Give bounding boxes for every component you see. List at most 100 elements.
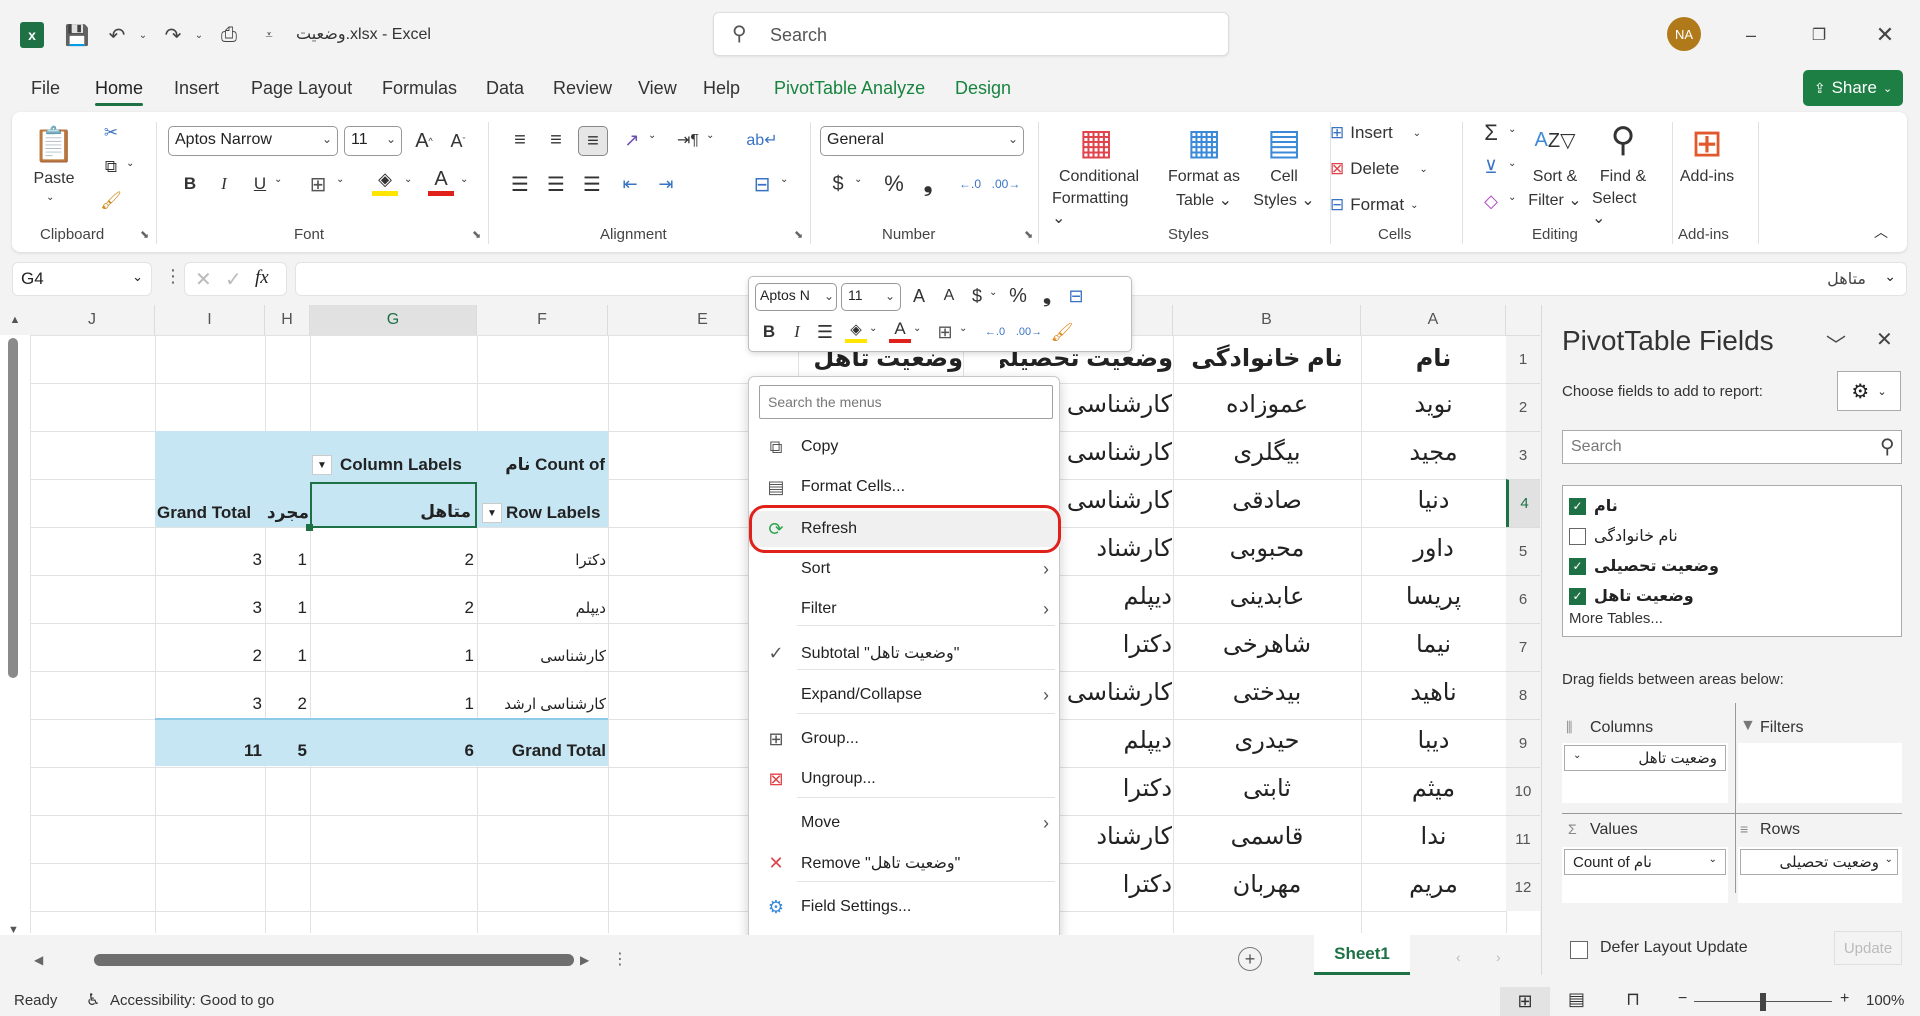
align-bottom-icon[interactable]: ≡ bbox=[578, 126, 608, 156]
merge-center-icon[interactable]: ⊟ bbox=[748, 170, 776, 198]
row-header-4[interactable]: 4 bbox=[1506, 479, 1540, 527]
orientation-dropdown-icon[interactable]: ⌄ bbox=[648, 130, 656, 141]
zoom-slider-thumb[interactable] bbox=[1760, 993, 1766, 1011]
delete-cells-button[interactable]: ⊠ Delete ⌄ bbox=[1330, 156, 1450, 182]
format-painter-icon[interactable]: 🖌 bbox=[98, 188, 124, 214]
defer-layout-checkbox[interactable] bbox=[1570, 941, 1588, 959]
minimize-icon[interactable]: – bbox=[1738, 22, 1764, 48]
insert-cells-button[interactable]: ⊞ Insert ⌄ bbox=[1330, 120, 1450, 146]
column-header-j[interactable]: J bbox=[30, 305, 155, 335]
source-cell-name[interactable]: دنیا bbox=[1361, 480, 1506, 520]
horizontal-scrollbar-thumb[interactable] bbox=[94, 954, 574, 966]
source-cell-education[interactable]: کارشناسی bbox=[1062, 384, 1172, 424]
mini-format-painter-icon[interactable]: 🖌 bbox=[1049, 319, 1075, 345]
accessibility-icon[interactable]: ♿ bbox=[86, 990, 100, 1010]
menu-item-move[interactable]: Move › bbox=[749, 805, 1061, 841]
decrease-font-icon[interactable]: Aˇ bbox=[444, 126, 472, 156]
undo-icon[interactable]: ↶ bbox=[104, 22, 130, 48]
pane-options-icon[interactable]: ﹀ bbox=[1826, 329, 1846, 358]
next-sheet-icon[interactable]: › bbox=[1496, 949, 1501, 965]
fill-icon[interactable]: ⊻ bbox=[1478, 154, 1504, 180]
currency-dropdown-icon[interactable]: ⌄ bbox=[854, 174, 862, 185]
tab-pivottable-analyze[interactable]: PivotTable Analyze bbox=[774, 78, 925, 99]
pivot-cell-total[interactable]: 2 bbox=[155, 639, 262, 673]
align-left-icon[interactable]: ☰ bbox=[506, 170, 534, 198]
mini-merge-icon[interactable]: ⊟ bbox=[1063, 283, 1089, 309]
source-cell-education[interactable]: کارشناد bbox=[1062, 816, 1172, 856]
row-header-12[interactable]: 12 bbox=[1506, 863, 1540, 911]
underline-dropdown-icon[interactable]: ⌄ bbox=[274, 174, 282, 185]
sort-filter-label-2[interactable]: Filter ⌄ bbox=[1524, 190, 1586, 210]
paste-button-label[interactable]: Paste bbox=[34, 170, 75, 188]
pivot-cell-single[interactable]: 2 bbox=[265, 687, 307, 721]
copy-icon[interactable]: ⧉ bbox=[98, 154, 124, 180]
pivot-cell-married[interactable]: 2 bbox=[310, 543, 474, 577]
pivot-cell-single[interactable]: 1 bbox=[265, 639, 307, 673]
mini-comma-icon[interactable]: ❟ bbox=[1037, 283, 1057, 309]
checkbox-checked[interactable]: ✓ bbox=[1569, 557, 1586, 575]
conditional-formatting-icon[interactable]: ▦ bbox=[1074, 120, 1118, 164]
bold-button[interactable]: B bbox=[178, 170, 202, 198]
source-cell-name[interactable]: مجید bbox=[1361, 432, 1506, 472]
format-cells-button[interactable]: ⊟ Format ⌄ bbox=[1330, 192, 1450, 218]
field-item[interactable]: ✓ وضعیت تاهل bbox=[1569, 584, 1694, 608]
format-as-table-label-2[interactable]: Table ⌄ bbox=[1158, 190, 1250, 210]
undo-dropdown-icon[interactable]: ⌄ bbox=[130, 22, 156, 48]
print-icon[interactable]: ⎙ bbox=[216, 22, 242, 48]
checkbox-checked[interactable]: ✓ bbox=[1569, 497, 1586, 515]
increase-font-icon[interactable]: A ^ bbox=[410, 126, 438, 156]
source-cell-education[interactable]: کارشناسی bbox=[1062, 672, 1172, 712]
font-size-select[interactable]: 11 ⌄ bbox=[344, 126, 402, 156]
find-select-label-2[interactable]: Select ⌄ bbox=[1592, 190, 1654, 228]
menu-item-remove[interactable]: ✕ Remove "وضعیت تاهل" bbox=[749, 845, 1061, 881]
column-header-a[interactable]: A bbox=[1361, 305, 1506, 335]
conditional-formatting-label-1[interactable]: Conditional bbox=[1052, 168, 1146, 186]
menu-item-group[interactable]: ⊞ Group... bbox=[749, 721, 1061, 757]
direction-dropdown-icon[interactable]: ⌄ bbox=[706, 130, 714, 141]
orientation-icon[interactable]: ↗ bbox=[618, 126, 646, 154]
mini-font-color-icon[interactable]: A bbox=[889, 319, 911, 343]
row-header-10[interactable]: 10 bbox=[1506, 767, 1540, 815]
paste-dropdown-icon[interactable]: ⌄ bbox=[46, 192, 54, 203]
source-cell-name[interactable]: داور bbox=[1361, 528, 1506, 568]
tab-split-handle[interactable]: ⋮ bbox=[612, 949, 628, 969]
paste-icon[interactable]: 📋 bbox=[33, 122, 75, 168]
menu-item-refresh[interactable]: ⟳ Refresh bbox=[749, 511, 1061, 547]
zoom-level[interactable]: 100% bbox=[1866, 992, 1904, 1009]
customize-qat-icon[interactable]: ⩡ bbox=[256, 22, 282, 48]
source-cell-education[interactable]: دکترا bbox=[1062, 864, 1172, 904]
currency-button[interactable]: $ bbox=[826, 170, 850, 198]
merge-dropdown-icon[interactable]: ⌄ bbox=[780, 174, 788, 185]
clear-icon[interactable]: ◇ bbox=[1478, 188, 1504, 214]
row-header-5[interactable]: 5 bbox=[1506, 527, 1540, 575]
mini-decrease-font-icon[interactable]: A bbox=[937, 283, 961, 309]
source-cell-family[interactable]: مهربان bbox=[1173, 864, 1361, 904]
rows-drop-area[interactable]: وضعیت تحصیلی ⌄ bbox=[1738, 847, 1902, 903]
checkbox-checked[interactable]: ✓ bbox=[1569, 587, 1586, 605]
add-ins-button-label[interactable]: Add-ins bbox=[1674, 168, 1740, 186]
sort-filter-icon[interactable]: A Z▽ bbox=[1532, 118, 1578, 162]
select-all-corner[interactable] bbox=[1506, 305, 1540, 335]
zoom-in-button[interactable]: + bbox=[1840, 990, 1849, 1008]
insert-function-icon[interactable]: fx bbox=[255, 267, 269, 289]
row-header-8[interactable]: 8 bbox=[1506, 671, 1540, 719]
scroll-left-icon[interactable]: ◀ bbox=[34, 953, 43, 967]
decrease-indent-icon[interactable]: ⇤ bbox=[616, 170, 644, 198]
mini-italic-icon[interactable]: I bbox=[787, 319, 807, 345]
menu-search-input[interactable]: Search the menus bbox=[759, 385, 1053, 419]
search-box[interactable]: ⚲ Search bbox=[713, 12, 1229, 56]
mini-currency-icon[interactable]: $ bbox=[967, 283, 987, 309]
source-cell-family[interactable]: عابدینی bbox=[1173, 576, 1361, 616]
tab-review[interactable]: Review bbox=[553, 78, 612, 99]
tab-design[interactable]: Design bbox=[955, 78, 1011, 99]
rows-field-chip[interactable]: وضعیت تحصیلی ⌄ bbox=[1740, 849, 1898, 875]
tab-insert[interactable]: Insert bbox=[174, 78, 219, 99]
row-header-11[interactable]: 11 bbox=[1506, 815, 1540, 863]
wrap-text-icon[interactable]: ab↵ bbox=[746, 126, 777, 154]
conditional-formatting-label-2[interactable]: Formatting ⌄ bbox=[1052, 190, 1146, 228]
pivot-cell-total[interactable]: 3 bbox=[155, 591, 262, 625]
row-labels-filter-button[interactable]: ▼ bbox=[482, 503, 502, 523]
fill-color-dropdown-icon[interactable]: ⌄ bbox=[404, 174, 412, 185]
source-cell-family[interactable]: شاهرخی bbox=[1173, 624, 1361, 664]
redo-icon[interactable]: ↷ bbox=[160, 22, 186, 48]
